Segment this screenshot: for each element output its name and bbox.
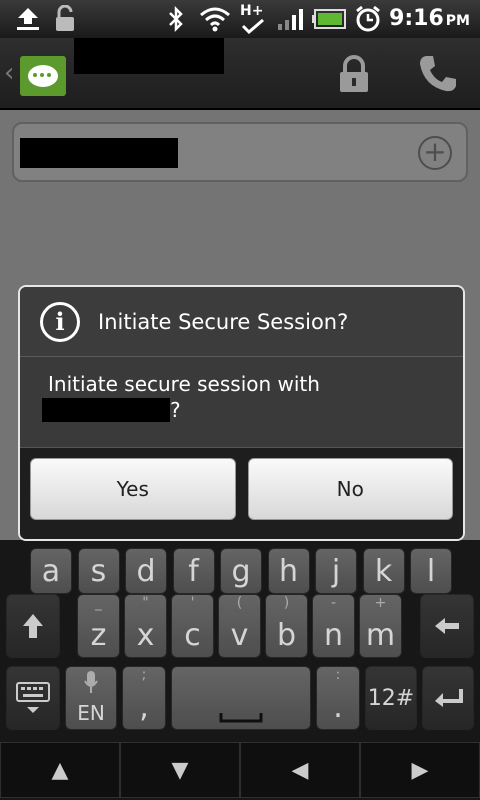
dialog-message: Initiate secure session with ?: [20, 357, 463, 449]
status-time: 9:16 PM: [389, 6, 470, 31]
phone-icon[interactable]: [416, 52, 460, 96]
contact-name-redacted: [74, 38, 224, 74]
back-chevron-icon[interactable]: ‹: [4, 58, 14, 88]
dialog-button-bar: Yes No: [20, 447, 463, 539]
yes-button[interactable]: Yes: [30, 458, 236, 520]
wifi-icon: [198, 4, 232, 34]
unlock-icon: [54, 4, 76, 34]
dialog-title: Initiate Secure Session?: [98, 309, 349, 334]
dialog-header: i Initiate Secure Session?: [20, 287, 463, 357]
upload-icon: [14, 4, 42, 34]
bluetooth-icon: [166, 4, 186, 34]
signal-icon: [276, 4, 308, 34]
info-icon: i: [40, 301, 80, 342]
battery-icon: [312, 4, 348, 34]
title-bar: ‹: [0, 38, 480, 110]
dialog-message-line1: Initiate secure session with: [48, 372, 320, 396]
lock-icon[interactable]: [336, 54, 372, 94]
contact-name-redacted: [42, 398, 170, 422]
messaging-app-icon[interactable]: [20, 56, 66, 96]
dialog-question-mark: ?: [170, 398, 181, 422]
status-bar: H+ 9:16 PM: [0, 0, 480, 38]
network-h-plus-icon: H+: [240, 4, 266, 34]
no-button[interactable]: No: [247, 458, 453, 520]
dialog-message-line2: ?: [42, 397, 435, 423]
alarm-icon: [354, 4, 382, 34]
secure-session-dialog: i Initiate Secure Session? Initiate secu…: [18, 285, 465, 541]
